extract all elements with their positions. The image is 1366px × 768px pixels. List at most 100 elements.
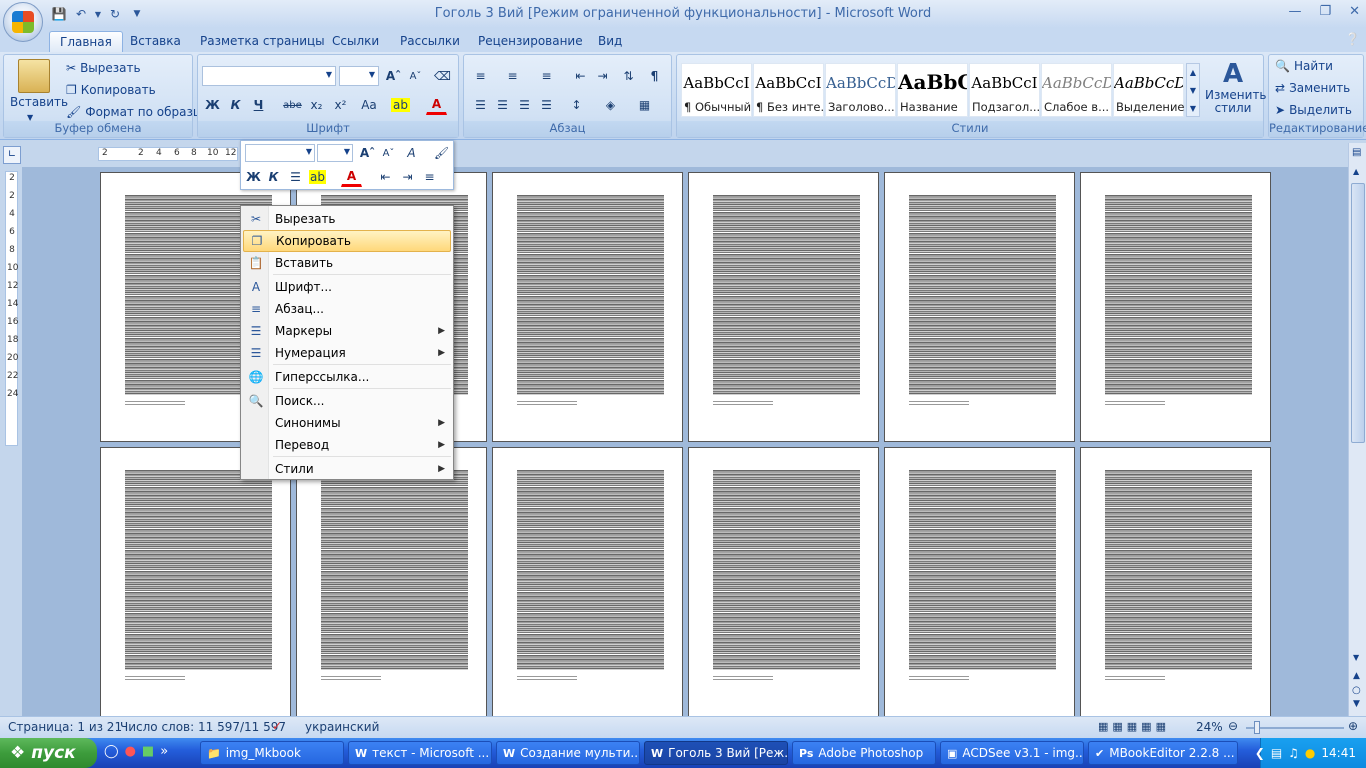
mini-shrink-font-icon[interactable]: Aˇ bbox=[378, 143, 399, 163]
style-no-spacing[interactable]: AaBbCcI ¶ Без инте... bbox=[753, 63, 824, 117]
zoom-level[interactable]: 24% bbox=[1196, 720, 1223, 734]
align-left-icon[interactable]: ☰ bbox=[470, 95, 491, 115]
italic-button[interactable]: К bbox=[225, 95, 246, 115]
tray-arrow-icon[interactable]: ❮ bbox=[1255, 746, 1265, 760]
menu-item-hyperlink[interactable]: 🌐 Гиперссылка... bbox=[243, 366, 451, 388]
menu-item-scissors[interactable]: ✂ Вырезать bbox=[243, 208, 451, 230]
subscript-button[interactable]: x₂ bbox=[306, 95, 327, 115]
vertical-ruler[interactable]: 2 2 4 6 8 10 12 14 16 18 20 22 24 bbox=[0, 167, 22, 716]
page-thumbnail[interactable] bbox=[1080, 447, 1271, 716]
bullets-icon[interactable]: ≡ bbox=[470, 66, 491, 86]
clear-formatting-button[interactable]: ⌫ bbox=[432, 66, 453, 86]
align-center-icon[interactable]: ☰ bbox=[492, 95, 513, 115]
ie-icon[interactable]: ◯ bbox=[104, 744, 119, 759]
page-thumbnail[interactable] bbox=[688, 172, 879, 442]
opera-icon[interactable]: ● bbox=[125, 744, 136, 759]
page-thumbnail[interactable] bbox=[492, 172, 683, 442]
sort-icon[interactable]: ⇅ bbox=[618, 66, 639, 86]
mini-decrease-indent-icon[interactable]: ⇤ bbox=[375, 167, 396, 187]
vertical-scrollbar[interactable]: ▤ ▲ ▼ ▲ ○ ▼ bbox=[1348, 143, 1366, 716]
find-button[interactable]: 🔍 Найти bbox=[1275, 59, 1333, 73]
align-right-icon[interactable]: ☰ bbox=[514, 95, 535, 115]
maximize-button[interactable]: ❐ bbox=[1319, 4, 1331, 19]
page-thumbnail[interactable] bbox=[688, 447, 879, 716]
mini-format-painter-icon[interactable]: 🖌 bbox=[431, 143, 452, 163]
mini-font-color-icon[interactable]: A bbox=[341, 167, 362, 187]
page-thumbnail[interactable] bbox=[492, 447, 683, 716]
horizontal-ruler[interactable]: ∟ 2 2 4 6 8 10 12 bbox=[0, 143, 1348, 167]
increase-indent-icon[interactable]: ⇥ bbox=[592, 66, 613, 86]
start-button[interactable]: ❖ пуск bbox=[0, 738, 97, 768]
taskbar-button[interactable]: 📁 img_Mkbook bbox=[200, 741, 344, 765]
copy-button[interactable]: ❐ Копировать bbox=[66, 83, 156, 97]
proofing-icon[interactable]: ✓ bbox=[272, 719, 282, 733]
paste-icon[interactable] bbox=[18, 59, 50, 93]
view-ruler-icon[interactable]: ▤ bbox=[1352, 147, 1361, 158]
multilevel-list-icon[interactable]: ≡ bbox=[536, 66, 557, 86]
scroll-up-icon[interactable]: ▲ bbox=[1353, 167, 1359, 176]
mini-styles-icon[interactable]: A bbox=[401, 143, 422, 163]
zoom-slider-thumb[interactable] bbox=[1254, 721, 1260, 734]
tab-page-layout[interactable]: Разметка страницы bbox=[190, 31, 335, 52]
mini-increase-indent-icon[interactable]: ⇥ bbox=[397, 167, 418, 187]
zoom-out-icon[interactable]: ⊖ bbox=[1228, 719, 1238, 733]
tab-references[interactable]: Ссылки bbox=[322, 31, 389, 52]
numbering-icon[interactable]: ≡ bbox=[502, 66, 523, 86]
page-thumbnail[interactable] bbox=[1080, 172, 1271, 442]
menu-item-item-10[interactable]: Перевод ▶ bbox=[243, 434, 451, 456]
menu-item-font[interactable]: A Шрифт... bbox=[243, 276, 451, 298]
bold-button[interactable]: Ж bbox=[202, 95, 223, 115]
page-thumbnail[interactable] bbox=[884, 172, 1075, 442]
mini-bullets-icon[interactable]: ≡ bbox=[419, 167, 440, 187]
previous-page-icon[interactable]: ▲ bbox=[1353, 671, 1360, 681]
change-styles-button[interactable]: A Изменить стили bbox=[1205, 59, 1267, 119]
cut-button[interactable]: ✂ Вырезать bbox=[66, 61, 141, 75]
office-button[interactable] bbox=[3, 2, 43, 42]
scroll-down-icon[interactable]: ▼ bbox=[1353, 653, 1359, 662]
mini-bold-button[interactable]: Ж bbox=[243, 167, 264, 187]
mini-font-name-field[interactable]: ▼ bbox=[245, 144, 315, 162]
zoom-in-icon[interactable]: ⊕ bbox=[1348, 719, 1358, 733]
strikethrough-button[interactable]: abe bbox=[282, 95, 303, 115]
style-emphasis[interactable]: AaBbCcD Выделение bbox=[1113, 63, 1184, 117]
menu-item-paste[interactable]: 📋 Вставить bbox=[243, 252, 451, 274]
mini-center-icon[interactable]: ☰ bbox=[285, 167, 306, 187]
style-heading[interactable]: AaBbCcD Заголово... bbox=[825, 63, 896, 117]
tab-view[interactable]: Вид bbox=[588, 31, 632, 52]
zoom-slider[interactable] bbox=[1246, 727, 1344, 729]
taskbar-button[interactable]: ✔ MBookEditor 2.2.8 ... bbox=[1088, 741, 1238, 765]
select-browse-object-icon[interactable]: ○ bbox=[1352, 685, 1361, 696]
mini-font-dropdown-icon[interactable]: ▼ bbox=[306, 147, 312, 156]
grow-font-button[interactable]: Aˆ bbox=[383, 66, 404, 86]
page-thumbnail[interactable] bbox=[884, 447, 1075, 716]
scroll-thumb[interactable] bbox=[1351, 183, 1365, 443]
menu-item-copy[interactable]: ❐ Копировать bbox=[243, 230, 451, 252]
mini-italic-button[interactable]: К bbox=[263, 167, 284, 187]
underline-button[interactable]: Ч bbox=[248, 95, 269, 115]
close-button[interactable]: ✕ bbox=[1349, 4, 1360, 19]
change-case-button[interactable]: Aa bbox=[356, 95, 382, 115]
menu-item-item-9[interactable]: Синонимы ▶ bbox=[243, 412, 451, 434]
mini-grow-font-icon[interactable]: Aˆ bbox=[357, 143, 378, 163]
taskbar-button[interactable]: Ps Adobe Photoshop bbox=[792, 741, 936, 765]
style-normal[interactable]: AaBbCcI ¶ Обычный bbox=[681, 63, 752, 117]
borders-icon[interactable]: ▦ bbox=[634, 95, 655, 115]
word-count[interactable]: Число слов: 11 597/11 597 bbox=[120, 720, 286, 734]
menu-item-numbering[interactable]: ☰ Нумерация ▶ bbox=[243, 342, 451, 364]
highlight-icon[interactable]: ab bbox=[390, 95, 411, 115]
style-subtle-emphasis[interactable]: AaBbCcD Слабое в... bbox=[1041, 63, 1112, 117]
font-name-dropdown-icon[interactable]: ▼ bbox=[326, 70, 332, 79]
format-painter-button[interactable]: 🖌 Формат по образцу bbox=[66, 105, 208, 119]
tab-insert[interactable]: Вставка bbox=[120, 31, 191, 52]
taskbar-button[interactable]: W Гоголь 3 Вий [Реж... bbox=[644, 741, 788, 765]
style-title[interactable]: AaBbC Название bbox=[897, 63, 968, 117]
page-thumbnail[interactable] bbox=[100, 447, 291, 716]
minimize-button[interactable]: — bbox=[1288, 4, 1301, 19]
taskbar-button[interactable]: Wтекст - Microsoft ... bbox=[348, 741, 492, 765]
tray-volume-icon[interactable]: ♫ bbox=[1288, 746, 1299, 760]
tab-home[interactable]: Главная bbox=[49, 31, 123, 52]
tray-network-icon[interactable]: ▤ bbox=[1271, 746, 1282, 760]
font-name-field[interactable]: ▼ bbox=[202, 66, 336, 86]
shrink-font-button[interactable]: Aˇ bbox=[405, 66, 426, 86]
font-color-icon[interactable]: A bbox=[426, 95, 447, 115]
